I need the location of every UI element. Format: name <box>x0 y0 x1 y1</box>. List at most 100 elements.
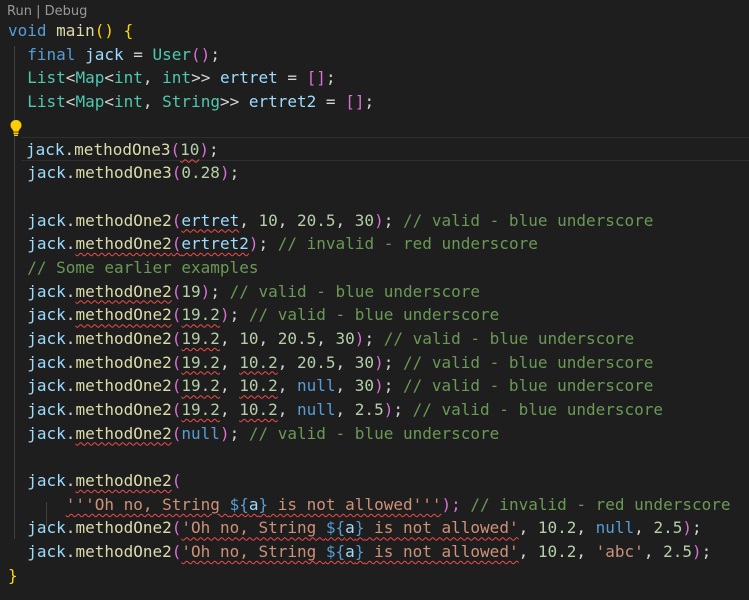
code-token: methodOne2 <box>75 328 172 348</box>
code-token: ( <box>171 518 182 538</box>
code-token: , <box>518 518 538 538</box>
code-token: // valid - blue underscore <box>229 281 481 301</box>
code-token: methodOne2 <box>75 518 172 538</box>
code-token: 20.5 <box>297 352 336 372</box>
code-token: ; <box>691 518 702 538</box>
code-token: ( <box>170 140 181 160</box>
code-token: , <box>142 92 163 112</box>
code-token: jack <box>27 305 66 325</box>
code-token: >> <box>219 92 240 112</box>
code-token: 19 <box>181 281 201 301</box>
code-token: '''Oh no, String <box>65 494 230 514</box>
code-token: ( <box>171 400 182 419</box>
code-token: ( <box>171 542 182 562</box>
code-token: null <box>181 423 220 443</box>
code-token: = <box>123 44 153 64</box>
code-editor[interactable]: void main() { final jack = User(); List<… <box>0 19 749 588</box>
code-token: . <box>65 281 76 301</box>
codelens-run[interactable]: Run <box>7 4 32 19</box>
code-token: ; <box>229 163 240 183</box>
code-token: methodOne2 <box>75 400 172 419</box>
code-line: jack.methodOne2(19.2, 10.2, 20.5, 30); /… <box>0 351 749 375</box>
code-token: int <box>113 92 143 112</box>
code-token: , <box>335 210 355 230</box>
code-token: . <box>65 305 76 325</box>
code-line: jack.methodOne2(19.2, 10, 20.5, 30); // … <box>0 327 749 351</box>
code-token: 'Oh no, String <box>181 542 326 562</box>
code-token: , <box>258 328 278 348</box>
code-token: ; <box>383 376 403 396</box>
code-token: { <box>123 21 134 40</box>
code-token: } <box>354 518 365 538</box>
code-token: 10 <box>258 210 278 230</box>
code-token: methodOne3 <box>75 163 172 183</box>
code-token: . <box>65 234 76 254</box>
code-token: . <box>65 471 76 491</box>
code-token: ) <box>199 140 210 160</box>
code-token: , <box>335 376 355 396</box>
code-token: methodOne2 <box>75 376 172 396</box>
code-token: ( <box>171 210 182 230</box>
code-token: methodOne3 <box>74 140 171 160</box>
code-token: int <box>113 68 143 88</box>
code-token: ; <box>393 400 413 419</box>
code-token: 'Oh no, String <box>181 518 326 538</box>
code-line: jack.methodOne2(19); // valid - blue und… <box>0 280 749 304</box>
code-token: } <box>354 542 365 562</box>
code-token: , <box>335 400 355 419</box>
code-token: ( <box>171 471 182 491</box>
code-token: , <box>335 352 355 372</box>
code-token: methodOne2 <box>75 352 172 372</box>
code-token: ; <box>209 140 219 160</box>
code-token: . <box>65 518 76 538</box>
code-line: List<Map<int, String>> ertret2 = []; <box>0 90 749 114</box>
code-token: , <box>277 210 297 230</box>
code-token: ; <box>229 423 249 443</box>
code-token: } <box>8 565 18 585</box>
code-token: // valid - blue underscore <box>412 400 664 419</box>
code-token: ${ <box>325 518 346 538</box>
code-token: < <box>65 92 76 112</box>
code-line: jack.methodOne2( <box>0 469 749 493</box>
code-token: jack <box>27 471 66 491</box>
code-token: . <box>64 140 75 160</box>
code-token: } <box>258 494 269 514</box>
code-token: , <box>576 542 596 562</box>
code-token: . <box>65 376 76 396</box>
code-line: List<Map<int, int>> ertret = []; <box>0 66 749 90</box>
code-line: jack.methodOne2('Oh no, String ${a} is n… <box>0 540 749 564</box>
code-token: Map <box>75 68 105 88</box>
code-token: 20.5 <box>277 328 317 348</box>
code-token: ; <box>210 281 230 301</box>
code-token: ; <box>364 328 384 348</box>
code-token: 10.2 <box>537 542 577 562</box>
code-token: null <box>595 518 635 538</box>
code-token: 2.5 <box>663 542 692 562</box>
code-token: jack <box>27 518 66 538</box>
code-token: , <box>518 542 538 562</box>
code-token: jack <box>27 234 66 254</box>
code-token: ( <box>171 423 182 443</box>
code-line: jack.methodOne2('Oh no, String ${a} is n… <box>0 516 749 540</box>
code-token: , <box>219 328 240 348</box>
code-token: ${ <box>229 494 249 514</box>
code-token: String <box>162 92 220 112</box>
code-token: ); <box>441 494 461 514</box>
code-token: . <box>65 163 76 183</box>
code-token: a <box>345 518 355 538</box>
code-token: ; <box>364 92 375 112</box>
code-token: , <box>219 400 240 419</box>
code-token: ertret2 <box>248 92 317 112</box>
code-token: jack <box>27 423 66 443</box>
code-token: . <box>65 328 76 348</box>
code-token: main <box>56 21 95 40</box>
code-token: Map <box>75 92 105 112</box>
code-token: // valid - blue underscore <box>402 352 654 372</box>
code-token: methodOne2 <box>75 210 172 230</box>
code-token: jack <box>27 376 66 396</box>
codelens-debug[interactable]: Debug <box>45 4 88 19</box>
code-token: ) <box>691 542 702 562</box>
